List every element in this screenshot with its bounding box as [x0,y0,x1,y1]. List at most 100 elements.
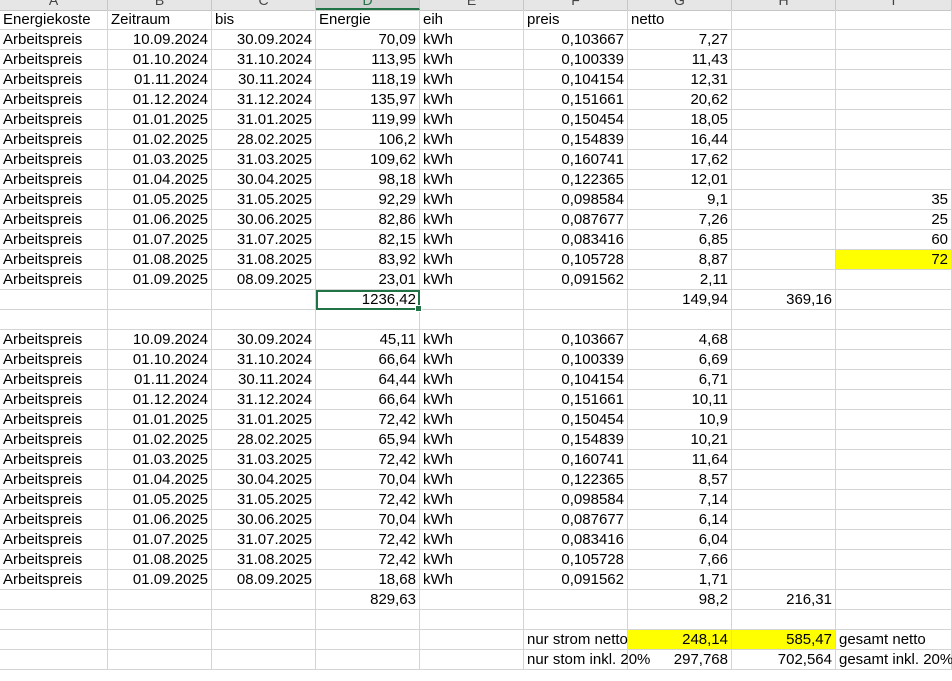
cell-b28[interactable]: 01.08.2025 [108,550,212,570]
cell-i8[interactable] [836,150,952,170]
cell-a19[interactable]: Arbeitspreis [0,370,108,390]
cell-c33[interactable] [212,650,316,670]
cell-c14[interactable]: 08.09.2025 [212,270,316,290]
cell-c13[interactable]: 31.08.2025 [212,250,316,270]
cell-c6[interactable]: 31.01.2025 [212,110,316,130]
cell-f11[interactable]: 0,087677 [524,210,628,230]
cell-e18[interactable]: kWh [420,350,524,370]
cell-i17[interactable] [836,330,952,350]
cell-d10[interactable]: 92,29 [316,190,420,210]
cell-e11[interactable]: kWh [420,210,524,230]
cell-c26[interactable]: 30.06.2025 [212,510,316,530]
cell-h25[interactable] [732,490,836,510]
cell-h32[interactable]: 585,47 [732,630,836,650]
cell-a27[interactable]: Arbeitspreis [0,530,108,550]
cell-a10[interactable]: Arbeitspreis [0,190,108,210]
cell-c17[interactable]: 30.09.2024 [212,330,316,350]
cell-c23[interactable]: 31.03.2025 [212,450,316,470]
cell-b18[interactable]: 01.10.2024 [108,350,212,370]
cell-g14[interactable]: 2,11 [628,270,732,290]
cell-a1[interactable]: Energiekoste [0,10,108,30]
cell-d33[interactable] [316,650,420,670]
cell-i14[interactable] [836,270,952,290]
cell-g13[interactable]: 8,87 [628,250,732,270]
cell-g33[interactable]: 297,768 [628,650,732,670]
cell-f27[interactable]: 0,083416 [524,530,628,550]
cell-e25[interactable]: kWh [420,490,524,510]
cell-f12[interactable]: 0,083416 [524,230,628,250]
cell-b25[interactable]: 01.05.2025 [108,490,212,510]
cell-a30[interactable] [0,590,108,610]
cell-c7[interactable]: 28.02.2025 [212,130,316,150]
cell-e24[interactable]: kWh [420,470,524,490]
cell-b27[interactable]: 01.07.2025 [108,530,212,550]
cell-c19[interactable]: 30.11.2024 [212,370,316,390]
cell-f21[interactable]: 0,150454 [524,410,628,430]
cell-e16[interactable] [420,310,524,330]
cell-h5[interactable] [732,90,836,110]
cell-h15[interactable]: 369,16 [732,290,836,310]
cell-g19[interactable]: 6,71 [628,370,732,390]
cell-f29[interactable]: 0,091562 [524,570,628,590]
cell-e10[interactable]: kWh [420,190,524,210]
cell-i9[interactable] [836,170,952,190]
cell-h24[interactable] [732,470,836,490]
cell-i16[interactable] [836,310,952,330]
cell-g21[interactable]: 10,9 [628,410,732,430]
cell-b10[interactable]: 01.05.2025 [108,190,212,210]
cell-c11[interactable]: 30.06.2025 [212,210,316,230]
cell-f4[interactable]: 0,104154 [524,70,628,90]
column-header-f[interactable]: F [524,0,628,10]
cell-e31[interactable] [420,610,524,630]
cell-g25[interactable]: 7,14 [628,490,732,510]
cell-g5[interactable]: 20,62 [628,90,732,110]
cell-h18[interactable] [732,350,836,370]
cell-i3[interactable] [836,50,952,70]
cell-d1[interactable]: Energie [316,10,420,30]
cell-b22[interactable]: 01.02.2025 [108,430,212,450]
cell-c27[interactable]: 31.07.2025 [212,530,316,550]
cell-c18[interactable]: 31.10.2024 [212,350,316,370]
cell-f31[interactable] [524,610,628,630]
cell-d28[interactable]: 72,42 [316,550,420,570]
cell-e3[interactable]: kWh [420,50,524,70]
cell-h13[interactable] [732,250,836,270]
cell-f1[interactable]: preis [524,10,628,30]
cell-g1[interactable]: netto [628,10,732,30]
cell-g20[interactable]: 10,11 [628,390,732,410]
cell-b31[interactable] [108,610,212,630]
cell-d9[interactable]: 98,18 [316,170,420,190]
cell-d22[interactable]: 65,94 [316,430,420,450]
cell-a28[interactable]: Arbeitspreis [0,550,108,570]
cell-d23[interactable]: 72,42 [316,450,420,470]
cell-a9[interactable]: Arbeitspreis [0,170,108,190]
cell-h22[interactable] [732,430,836,450]
cell-i19[interactable] [836,370,952,390]
cell-h17[interactable] [732,330,836,350]
cell-g23[interactable]: 11,64 [628,450,732,470]
cell-d16[interactable] [316,310,420,330]
cell-a32[interactable] [0,630,108,650]
cell-f10[interactable]: 0,098584 [524,190,628,210]
cell-f9[interactable]: 0,122365 [524,170,628,190]
cell-e30[interactable] [420,590,524,610]
cell-d4[interactable]: 118,19 [316,70,420,90]
cell-i30[interactable] [836,590,952,610]
cell-b30[interactable] [108,590,212,610]
cell-d12[interactable]: 82,15 [316,230,420,250]
cell-h8[interactable] [732,150,836,170]
cell-c29[interactable]: 08.09.2025 [212,570,316,590]
cell-c10[interactable]: 31.05.2025 [212,190,316,210]
cell-i21[interactable] [836,410,952,430]
cell-a6[interactable]: Arbeitspreis [0,110,108,130]
cell-e27[interactable]: kWh [420,530,524,550]
cell-h27[interactable] [732,530,836,550]
cell-f23[interactable]: 0,160741 [524,450,628,470]
cell-g8[interactable]: 17,62 [628,150,732,170]
cell-g28[interactable]: 7,66 [628,550,732,570]
cell-c9[interactable]: 30.04.2025 [212,170,316,190]
cell-f30[interactable] [524,590,628,610]
cell-c31[interactable] [212,610,316,630]
cell-e23[interactable]: kWh [420,450,524,470]
cell-b29[interactable]: 01.09.2025 [108,570,212,590]
